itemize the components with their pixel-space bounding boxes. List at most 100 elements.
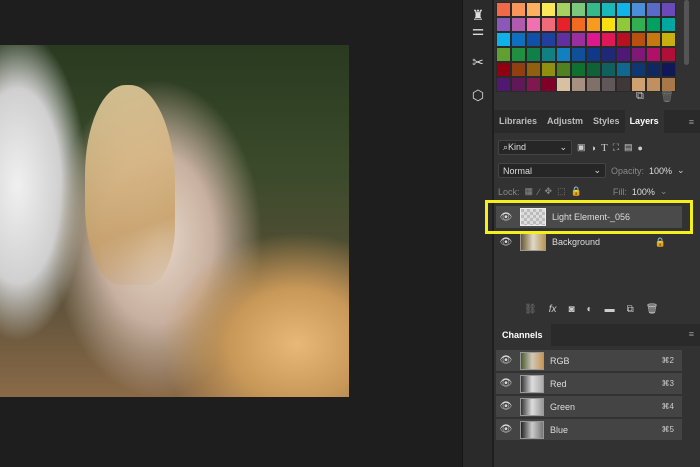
color-swatch[interactable] [571,2,586,17]
visibility-eye-icon[interactable]: 👁 [496,355,516,366]
color-swatch[interactable] [571,47,586,62]
color-swatch[interactable] [556,77,571,92]
add-mask-icon[interactable]: ◙ [568,304,574,315]
link-layers-icon[interactable]: ⛓ [524,304,537,315]
color-swatch[interactable] [571,17,586,32]
chevron-down-icon[interactable]: ⌄ [660,186,668,197]
panel-menu-icon[interactable]: ≡ [689,329,694,339]
color-swatch[interactable] [601,32,616,47]
color-swatch[interactable] [586,32,601,47]
color-swatch[interactable] [631,32,646,47]
new-layer-icon[interactable]: ⧉ [627,304,634,315]
chevron-down-icon[interactable]: ⌄ [677,165,685,176]
adjustments-sliders-icon[interactable]: ⚌ [463,15,493,45]
color-swatch[interactable] [511,62,526,77]
tab-styles[interactable]: Styles [588,110,625,133]
lock-image-icon[interactable]: ⁄ [538,187,540,197]
color-swatch[interactable] [586,47,601,62]
panel-menu-icon[interactable]: ≡ [689,117,694,127]
color-swatch[interactable] [541,47,556,62]
color-swatch[interactable] [631,17,646,32]
scissors-icon[interactable]: ✂ [463,47,493,77]
color-swatch[interactable] [511,17,526,32]
color-swatch[interactable] [496,32,511,47]
color-swatch[interactable] [556,62,571,77]
new-swatch-icon[interactable]: ⧉ [636,90,644,103]
color-swatch[interactable] [586,62,601,77]
lock-artboard-icon[interactable]: ⬚ [557,186,566,197]
layer-row-background[interactable]: 👁 Background 🔒 [496,231,682,253]
color-swatch[interactable] [526,32,541,47]
lock-position-icon[interactable]: ✥ [545,186,553,197]
filter-smart-object-icon[interactable]: ▤ [624,142,633,153]
color-swatch[interactable] [601,47,616,62]
color-swatch[interactable] [541,17,556,32]
color-swatch[interactable] [616,32,631,47]
color-swatch[interactable] [526,47,541,62]
delete-swatch-icon[interactable]: 🗑 [660,90,674,103]
color-swatch[interactable] [541,2,556,17]
visibility-eye-icon[interactable]: 👁 [496,401,516,412]
color-swatch[interactable] [511,47,526,62]
document-image[interactable] [0,45,349,397]
color-swatch[interactable] [511,32,526,47]
color-swatch[interactable] [511,77,526,92]
filter-type-icon[interactable]: T [601,142,608,154]
color-swatch[interactable] [646,47,661,62]
tab-channels[interactable]: Channels [494,324,551,347]
color-swatch[interactable] [571,62,586,77]
canvas-area[interactable] [0,0,460,467]
color-swatch[interactable] [511,2,526,17]
filter-pixel-icon[interactable]: ▣ [577,142,586,153]
color-swatch[interactable] [586,2,601,17]
color-swatch[interactable] [556,2,571,17]
color-swatch[interactable] [571,77,586,92]
adjustment-layer-icon[interactable]: ◐ [587,304,593,315]
color-swatch[interactable] [661,47,676,62]
color-swatch[interactable] [586,77,601,92]
tab-layers[interactable]: Layers [624,110,664,133]
color-swatch[interactable] [646,32,661,47]
color-swatch[interactable] [631,47,646,62]
color-swatch[interactable] [526,77,541,92]
color-swatch[interactable] [496,77,511,92]
color-swatch[interactable] [661,2,676,17]
filter-adjustment-icon[interactable]: ◑ [591,143,596,153]
color-swatch[interactable] [556,32,571,47]
color-swatch[interactable] [601,77,616,92]
color-swatch[interactable] [496,2,511,17]
fx-icon[interactable]: fx [549,304,557,315]
color-swatch[interactable] [571,32,586,47]
color-swatch[interactable] [616,2,631,17]
color-swatch[interactable] [496,17,511,32]
color-swatch[interactable] [661,17,676,32]
color-swatch[interactable] [631,62,646,77]
swatches-scrollbar[interactable] [684,0,689,65]
color-swatch[interactable] [646,77,661,92]
color-swatch[interactable] [646,17,661,32]
color-swatch[interactable] [526,2,541,17]
color-swatch[interactable] [631,2,646,17]
color-swatch[interactable] [616,17,631,32]
channel-row-green[interactable]: 👁 Green ⌘4 [496,396,682,417]
color-swatch[interactable] [661,62,676,77]
filter-shape-icon[interactable]: ⛶ [613,142,619,153]
filter-kind-select[interactable]: ⌕Kind ⌄ [498,140,572,155]
color-swatch[interactable] [646,2,661,17]
color-swatch[interactable] [526,17,541,32]
visibility-eye-icon[interactable]: 👁 [496,237,516,248]
visibility-eye-icon[interactable]: 👁 [496,378,516,389]
channel-row-rgb[interactable]: 👁 RGB ⌘2 [496,350,682,371]
blend-mode-select[interactable]: Normal ⌄ [498,163,606,178]
color-swatch[interactable] [496,62,511,77]
tab-libraries[interactable]: Libraries [494,110,542,133]
new-group-folder-icon[interactable]: ▬ [605,304,615,315]
visibility-eye-icon[interactable]: 👁 [496,424,516,435]
color-swatch[interactable] [616,62,631,77]
color-swatch[interactable] [541,32,556,47]
lock-transparent-icon[interactable]: ▦ [525,186,534,197]
color-swatch[interactable] [646,62,661,77]
color-swatch[interactable] [556,47,571,62]
color-swatch[interactable] [586,17,601,32]
fill-field[interactable]: 100% [632,187,655,197]
